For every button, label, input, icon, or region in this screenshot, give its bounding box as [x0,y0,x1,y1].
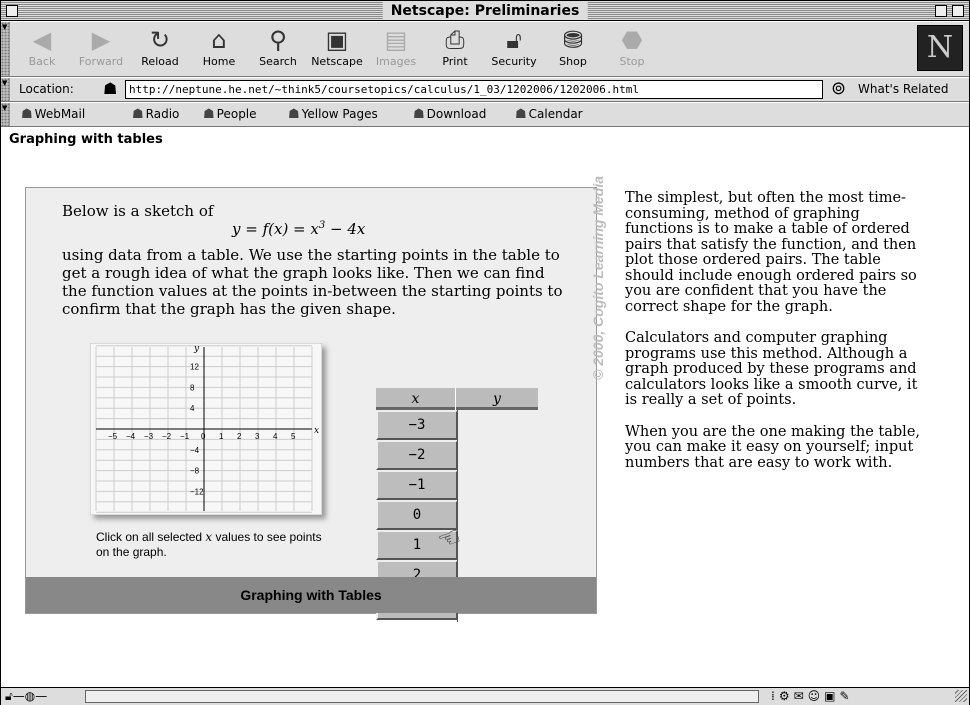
x-tick-label: −3 [144,432,154,441]
reload-button[interactable]: ↻ Reload [131,25,189,75]
bookmark-icon: ☗ [288,107,300,122]
y-tick-label: 4 [190,404,195,413]
side-text: The simplest, but often the most time-co… [625,190,925,487]
y-axis-label: y [193,344,200,354]
netscape-button[interactable]: ▣ Netscape [308,25,366,75]
graph-caption: Click on all selected x values to see po… [96,530,322,559]
side-paragraph: Calculators and computer graphing progra… [625,330,918,408]
images-button[interactable]: ▤ Images [367,25,425,75]
bookmark-calendar[interactable]: ☗ Calendar [515,107,583,122]
bookmark-icon: ☗ [132,107,144,122]
back-arrow-icon: ◀ [32,26,52,54]
bookmark-yellow-pages[interactable]: ☗ Yellow Pages [288,107,378,122]
lock-icon: 🔓︎ [506,26,522,54]
toolbar-grip[interactable]: ▼ [1,22,10,76]
bookmark-icon: ☗ [21,107,33,122]
x-axis-label: x [314,426,319,436]
print-button[interactable]: ⎙ Print [426,25,484,75]
url-input[interactable]: http://neptune.he.net/~think5/coursetopi… [125,80,823,99]
equation: y = f(x) = x3 − 4x [232,220,366,238]
x-tick-label: 5 [291,432,296,441]
zoom-box[interactable] [935,5,947,17]
images-icon: ▤ [384,26,408,54]
browser-window: Netscape: Preliminaries ▼ ◀ Back ▶ Forwa… [0,0,970,705]
stop-button[interactable]: ⬣ Stop [603,25,661,75]
home-icon: ⌂ [211,26,227,54]
x-tick-label: 2 [237,432,242,441]
stop-icon: ⬣ [621,26,643,54]
y-tick-label: −12 [190,487,204,496]
status-message [85,690,759,703]
personal-toolbar: ▼ ☗ WebMail ☗ Radio ☗ People ☗ Yellow Pages … [1,103,969,127]
x-value-button[interactable]: −2 [376,440,458,470]
search-icon: ⚲ [269,26,287,54]
collapse-box[interactable] [952,5,964,17]
y-tick-label: 12 [190,363,199,372]
x-column-header: x [376,388,456,410]
y-tick-label: 8 [190,383,195,392]
table-header: x y [376,388,538,410]
component-bar-icons[interactable]: ⁞⚙✉☺▣✎ [771,688,854,704]
whats-related-icon[interactable]: ⊚ [831,79,846,99]
search-button[interactable]: ⚲ Search [249,25,307,75]
location-label: Location: [19,82,74,96]
print-icon: ⎙ [445,26,465,54]
home-button[interactable]: ⌂ Home [190,25,248,75]
status-bar: 🔓︎—◍— ⁞⚙✉☺▣✎ [1,687,969,705]
x-tick-label: −4 [126,432,136,441]
bookmark-webmail[interactable]: ☗ WebMail [21,107,85,122]
back-button[interactable]: ◀ Back [13,25,71,75]
side-paragraph: The simplest, but often the most time-co… [625,190,917,315]
security-button[interactable]: 🔓︎ Security [485,25,543,75]
whats-related-button[interactable]: What's Related [858,82,948,96]
bookmark-icon: ☗ [515,107,527,122]
resize-grip-icon[interactable] [955,690,967,702]
y-tick-label: −4 [190,446,200,455]
netscape-logo[interactable]: N [917,25,963,71]
navigation-toolbar: ▼ ◀ Back ▶ Forward ↻ Reload ⌂ Home ⚲ Sea… [1,22,969,77]
x-tick-label: −1 [180,432,190,441]
window-title: Netscape: Preliminaries [382,2,588,20]
x-tick-label: −5 [108,432,118,441]
x-tick-label: 1 [219,432,224,441]
bookmark-people[interactable]: ☗ People [203,107,257,122]
forward-arrow-icon: ▶ [91,26,111,54]
intro-paragraph: using data from a table. We use the star… [62,246,563,318]
x-tick-label: 3 [255,432,260,441]
forward-button[interactable]: ▶ Forward [72,25,130,75]
shop-button[interactable]: ⛃ Shop [544,25,602,75]
close-box[interactable] [6,5,18,17]
y-tick-label: −8 [190,467,200,476]
title-bar[interactable]: Netscape: Preliminaries [1,1,969,21]
x-tick-label: 0 [201,432,206,441]
toolbar-grip[interactable]: ▼ [1,103,10,126]
netscape-icon: ▣ [325,26,349,54]
x-value-button[interactable]: −3 [376,410,458,440]
y-column-header: y [493,391,501,407]
page-proxy-icon[interactable]: ☗ [103,80,117,98]
coordinate-graph: x y −5 −4 −3 −2 −1 0 1 2 3 4 5 1284−4−8−12 [90,343,322,515]
location-toolbar: ▼ Location: ☗ http://neptune.he.net/~thi… [1,78,969,102]
bookmark-icon: ☗ [203,107,215,122]
bookmark-radio[interactable]: ☗ Radio [132,107,179,122]
applet-footer: Graphing with Tables [26,577,596,613]
shop-icon: ⛃ [562,26,584,54]
x-value-button[interactable]: −1 [376,470,458,500]
x-tick-label: 4 [273,432,278,441]
bookmark-download[interactable]: ☗ Download [413,107,486,122]
page-content[interactable]: Graphing with tables Below is a sketch o… [9,128,969,686]
reload-icon: ↻ [149,26,171,54]
side-paragraph: When you are the one making the table, y… [625,423,921,471]
bookmark-icon: ☗ [413,107,425,122]
applet-panel: Below is a sketch of y = f(x) = x3 − 4x … [25,187,597,622]
toolbar-grip[interactable]: ▼ [1,78,10,101]
security-lock-icon[interactable]: 🔓︎—◍— [5,688,47,704]
page-title: Graphing with tables [9,132,163,147]
intro-text: Below is a sketch of [62,202,214,220]
copyright-notice: © 2000, Cogito Learning Media [590,175,606,380]
x-tick-label: −2 [162,432,172,441]
